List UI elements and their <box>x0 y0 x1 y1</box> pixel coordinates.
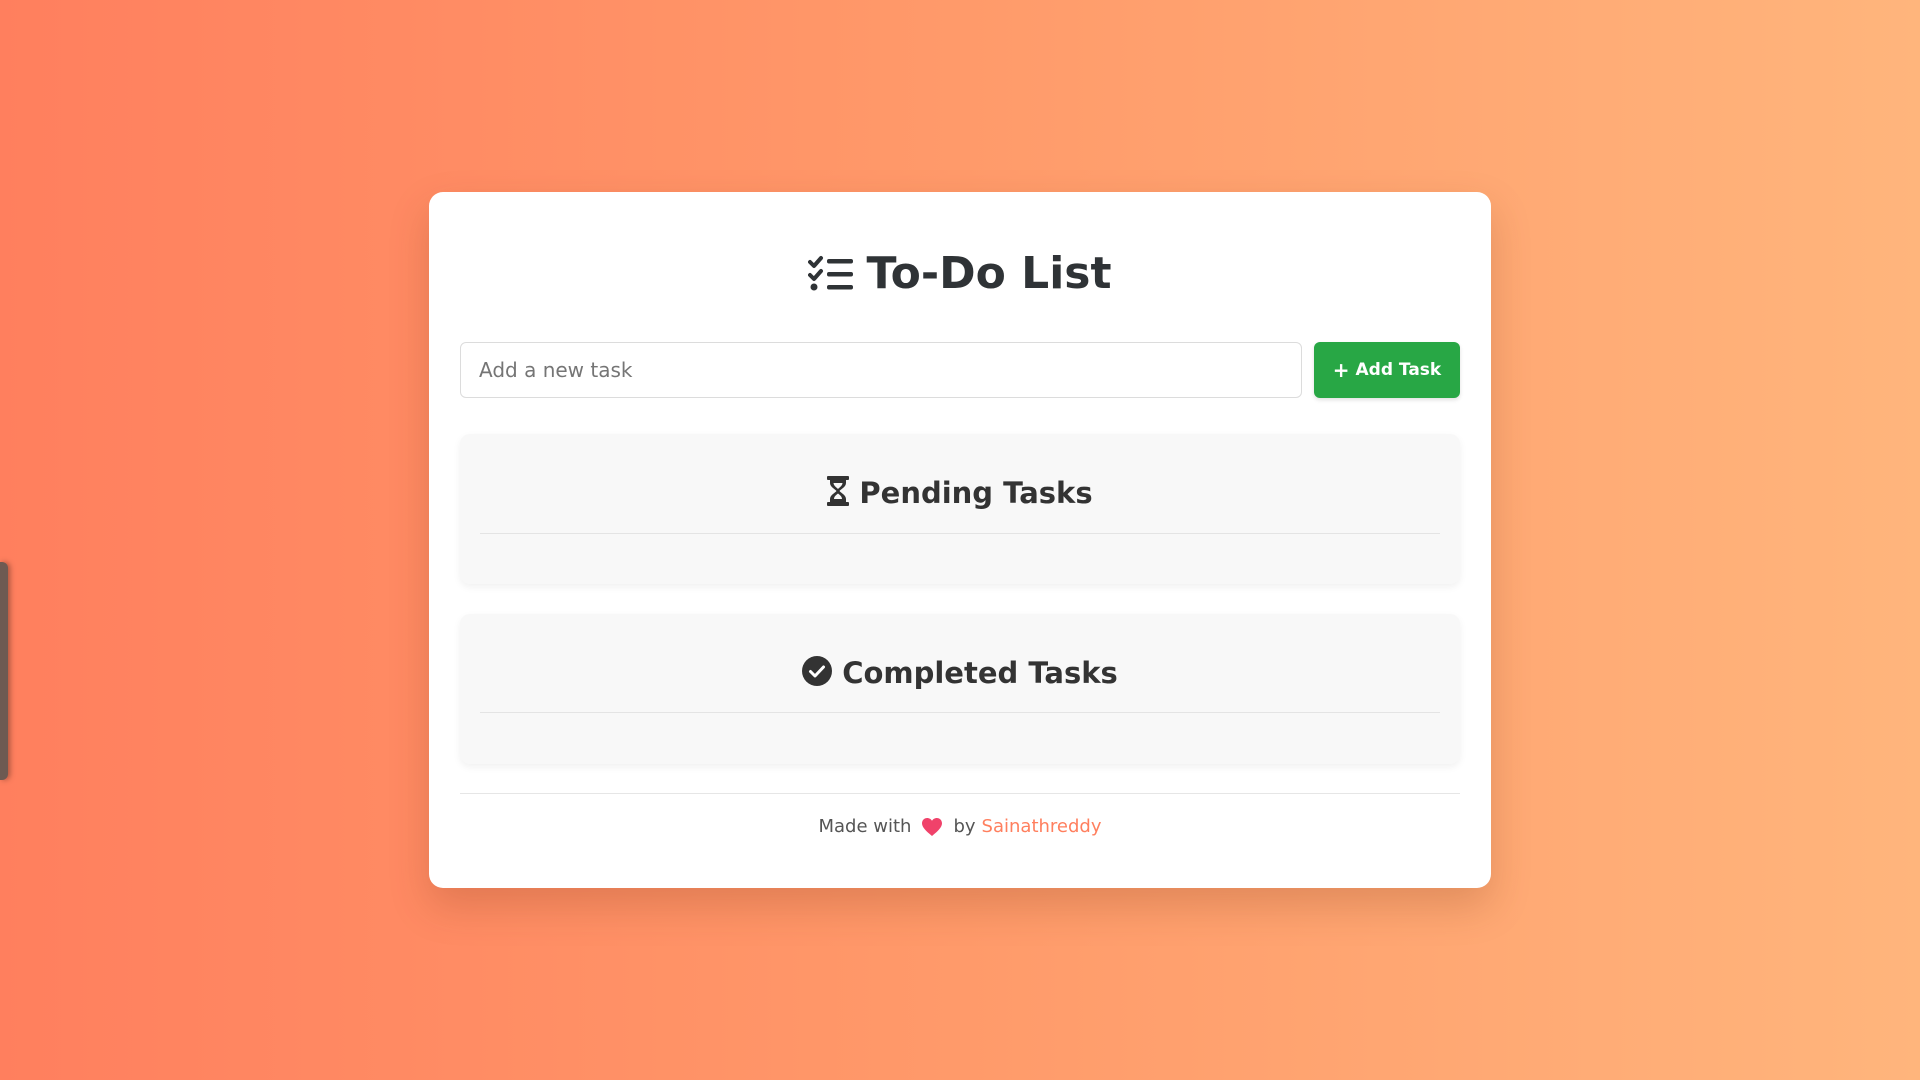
completed-task-list <box>480 714 1440 764</box>
footer-made-with: Made with <box>818 816 912 837</box>
side-drawer-handle[interactable] <box>0 562 8 780</box>
todo-card: To-Do List + Add Task Pending Tasks <box>429 192 1491 888</box>
new-task-input[interactable] <box>460 342 1302 398</box>
footer: Made with by Sainathreddy <box>429 816 1491 837</box>
checklist-icon <box>808 254 854 294</box>
add-task-label: Add Task <box>1355 360 1442 380</box>
footer-by: by <box>953 816 976 837</box>
author-link[interactable]: Sainathreddy <box>982 816 1102 837</box>
plus-icon: + <box>1332 358 1350 382</box>
completed-tasks-title: Completed Tasks <box>842 656 1118 690</box>
hourglass-icon <box>827 476 850 510</box>
pending-tasks-title: Pending Tasks <box>859 476 1093 510</box>
footer-divider <box>460 793 1460 794</box>
pending-tasks-section: Pending Tasks <box>460 434 1460 584</box>
heart-icon <box>921 817 943 837</box>
completed-divider <box>480 712 1440 713</box>
check-circle-icon <box>802 656 833 690</box>
completed-tasks-header: Completed Tasks <box>480 656 1440 690</box>
pending-task-list <box>480 534 1440 584</box>
pending-tasks-header: Pending Tasks <box>480 476 1440 510</box>
page-title: To-Do List <box>866 248 1112 299</box>
completed-tasks-section: Completed Tasks <box>460 614 1460 764</box>
app-header: To-Do List <box>429 252 1491 296</box>
add-task-form: + Add Task <box>460 342 1460 398</box>
add-task-button[interactable]: + Add Task <box>1314 342 1460 398</box>
